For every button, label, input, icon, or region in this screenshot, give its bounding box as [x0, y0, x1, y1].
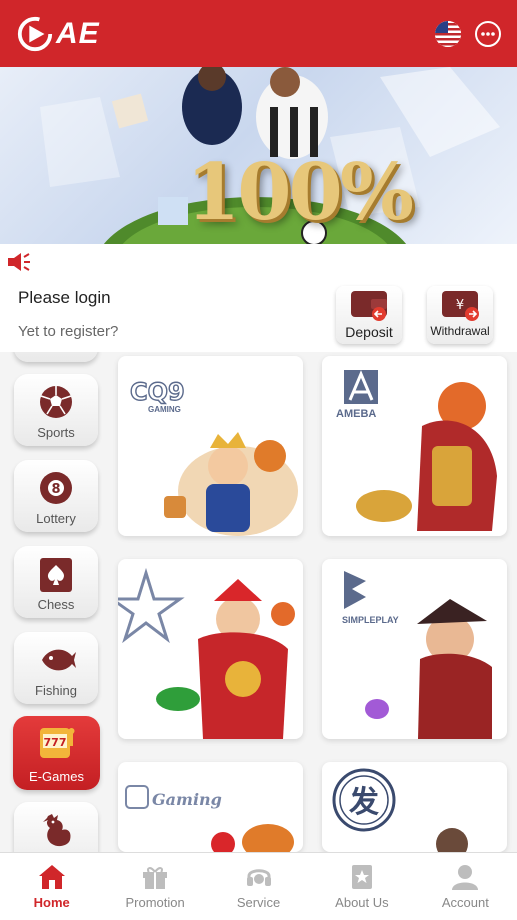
rooster-icon	[43, 814, 71, 847]
category-item-chess[interactable]: Chess	[14, 546, 98, 618]
provider-card-simpleplay[interactable]: SIMPLEPLAY	[322, 559, 507, 739]
svg-text:8: 8	[51, 482, 60, 497]
provider-card-ameba[interactable]: AMEBA	[322, 356, 507, 536]
svg-text:CQ9: CQ9	[130, 378, 185, 406]
wallet-icon	[351, 291, 387, 321]
category-sidebar: Sports 8 Lottery Chess Fishing 777 E-Gam…	[0, 352, 112, 852]
nav-label: Home	[33, 895, 70, 910]
category-item-sports[interactable]: Sports	[14, 374, 98, 446]
eight-ball-icon: 8	[40, 472, 72, 504]
category-item-cockfight[interactable]	[14, 802, 98, 852]
nav-home[interactable]: Home	[0, 853, 103, 920]
category-item-e-games[interactable]: 777 E-Games	[13, 716, 100, 790]
banner-promo-text: 100%	[186, 147, 414, 238]
spade-card-icon	[40, 558, 72, 592]
category-label: E-Games	[29, 769, 84, 784]
user-icon	[452, 865, 479, 890]
category-label: Sports	[37, 425, 75, 440]
provider-name: SIMPLEPLAY	[342, 615, 399, 625]
deposit-label: Deposit	[345, 324, 393, 340]
category-item-fishing[interactable]: Fishing	[14, 632, 98, 704]
svg-text:¥: ¥	[456, 298, 464, 313]
register-prompt[interactable]: Yet to register?	[18, 323, 118, 340]
simpleplay-game-art	[344, 571, 492, 739]
announcement-bar[interactable]	[0, 244, 517, 280]
slot-machine-icon: 777	[40, 728, 75, 758]
svg-text:发: 发	[348, 785, 379, 820]
soccer-ball-icon	[40, 386, 72, 418]
fa-provider-game-art: 发	[332, 768, 468, 852]
category-item-top[interactable]	[14, 352, 98, 362]
app-header: AE	[0, 0, 517, 67]
speaker-icon	[8, 253, 30, 271]
nav-account[interactable]: Account	[414, 853, 517, 920]
login-panel: Please login Yet to register? Deposit ¥ …	[0, 280, 517, 352]
provider-sublabel: GAMING	[148, 405, 181, 414]
nav-service[interactable]: Service	[207, 853, 310, 920]
svg-text:777: 777	[44, 736, 67, 749]
category-label: Fishing	[35, 683, 77, 698]
cq9-game-art: CQ9	[129, 377, 298, 536]
withdrawal-label: Withdrawal	[430, 324, 490, 338]
home-icon	[38, 865, 65, 889]
provider-card-gaming[interactable]: Gaming	[118, 762, 303, 852]
category-label: Lottery	[36, 511, 76, 526]
category-item-lottery[interactable]: 8 Lottery	[14, 460, 98, 532]
nav-promotion[interactable]: Promotion	[103, 853, 206, 920]
provider-name: AMEBA	[336, 408, 377, 420]
chat-icon[interactable]	[475, 20, 501, 47]
provider-card-fa[interactable]: 发	[322, 762, 507, 852]
gift-icon	[143, 867, 168, 889]
nav-label: Promotion	[125, 895, 185, 910]
fish-icon	[42, 649, 76, 671]
nav-label: About Us	[335, 895, 389, 910]
login-prompt[interactable]: Please login	[18, 288, 111, 308]
nav-label: Service	[236, 895, 281, 910]
star-provider-game-art	[118, 567, 295, 739]
headset-icon	[246, 869, 271, 886]
category-label: Chess	[37, 597, 75, 612]
provider-card-cq9[interactable]: CQ9 GAMING	[118, 356, 303, 536]
star-bookmark-icon	[351, 865, 372, 889]
nav-about-us[interactable]: About Us	[310, 853, 413, 920]
logo-play-icon	[17, 16, 53, 51]
provider-card-star[interactable]	[118, 559, 303, 739]
logo-text: AE	[56, 16, 100, 50]
logo[interactable]: AE	[16, 15, 100, 53]
yuan-wallet-icon: ¥	[442, 291, 479, 321]
nav-label: Account	[441, 895, 489, 910]
deposit-button[interactable]: Deposit	[336, 286, 402, 344]
us-flag-icon[interactable]	[435, 20, 461, 47]
promo-banner[interactable]: 100%	[0, 67, 517, 244]
bottom-nav: Home Promotion Service About Us Account	[0, 852, 517, 920]
provider-name: Gaming	[152, 790, 222, 809]
ameba-game-art	[344, 370, 497, 531]
withdrawal-button[interactable]: ¥ Withdrawal	[427, 286, 493, 344]
